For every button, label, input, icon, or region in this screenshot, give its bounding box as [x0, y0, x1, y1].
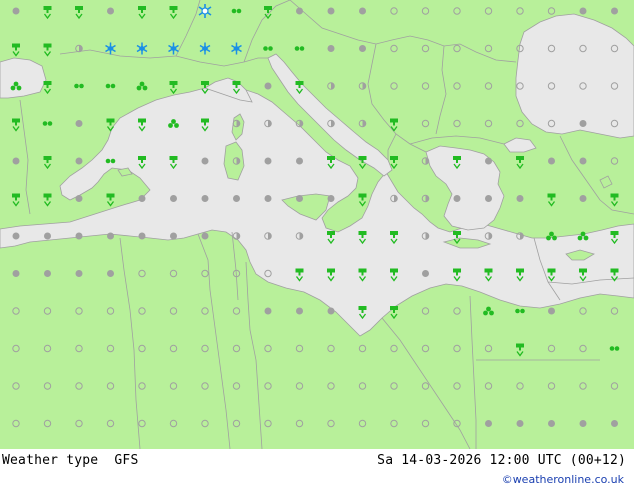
cloudy-dot-icon: [201, 232, 209, 240]
cloudy-dot-icon: [579, 120, 587, 127]
cloudy-dot-icon: [44, 270, 51, 277]
cloudy-dot-icon: [579, 420, 587, 427]
cloudy-dot-icon: [264, 82, 272, 90]
cloudy-dot-icon: [264, 157, 272, 165]
forecast-datetime: Sa 14-03-2026 12:00 UTC (00+12): [377, 453, 626, 468]
cloudy-dot-icon: [579, 195, 587, 202]
cloudy-dot-icon: [75, 157, 83, 165]
cloudy-dot-icon: [579, 7, 587, 15]
cloudy-dot-icon: [12, 232, 20, 240]
cloudy-dot-icon: [548, 157, 555, 165]
cloudy-dot-icon: [75, 120, 83, 127]
model-name: GFS: [114, 453, 139, 468]
cloudy-dot-icon: [327, 307, 335, 315]
cloudy-dot-icon: [75, 195, 83, 202]
cloudy-dot-icon: [516, 420, 524, 427]
cloudy-dot-icon: [170, 232, 177, 240]
cloudy-dot-icon: [327, 7, 335, 15]
cloudy-dot-icon: [201, 157, 209, 165]
footer-bar: Weather type GFS Sa 14-03-2026 12:00 UTC…: [0, 449, 634, 490]
cloudy-dot-icon: [359, 7, 366, 15]
cloudy-dot-icon: [485, 157, 492, 165]
cloudy-dot-icon: [485, 420, 492, 427]
cloudy-dot-icon: [75, 232, 83, 240]
cloudy-dot-icon: [548, 307, 555, 315]
title-text: Weather type: [2, 453, 99, 468]
cloudy-dot-icon: [296, 195, 303, 202]
cloudy-dot-icon: [296, 307, 303, 315]
cloudy-dot-icon: [611, 7, 618, 15]
weather-map: [0, 0, 634, 449]
cloudy-dot-icon: [296, 157, 303, 165]
cloudy-dot-icon: [12, 270, 20, 277]
cloudy-dot-icon: [264, 195, 272, 202]
cloudy-dot-icon: [107, 7, 114, 15]
cloudy-dot-icon: [138, 195, 146, 202]
cloudy-dot-icon: [138, 232, 146, 240]
cloudy-dot-icon: [516, 195, 524, 202]
cloudy-dot-icon: [201, 195, 209, 202]
cloudy-dot-icon: [453, 195, 461, 202]
cloudy-dot-icon: [422, 270, 429, 277]
cloudy-dot-icon: [107, 270, 114, 277]
cloudy-dot-icon: [170, 195, 177, 202]
cloudy-dot-icon: [233, 195, 240, 202]
sea-black: [515, 13, 634, 139]
cloudy-dot-icon: [296, 7, 303, 15]
cloudy-dot-icon: [327, 45, 335, 52]
cloudy-dot-icon: [327, 195, 335, 202]
cloudy-dot-icon: [548, 420, 555, 427]
cloudy-dot-icon: [579, 157, 587, 165]
cloudy-dot-icon: [44, 232, 51, 240]
cloudy-dot-icon: [107, 232, 114, 240]
cloudy-dot-icon: [359, 45, 366, 52]
cloudy-dot-icon: [611, 420, 618, 427]
cloudy-dot-icon: [75, 270, 83, 277]
map-title: Weather type GFS: [2, 453, 138, 468]
cloudy-dot-icon: [264, 307, 272, 315]
cloudy-dot-icon: [12, 157, 20, 165]
cloudy-dot-icon: [485, 195, 492, 202]
overcast-dot-icon: [12, 7, 20, 15]
credit-link[interactable]: ©weatheronline.co.uk: [502, 473, 624, 486]
